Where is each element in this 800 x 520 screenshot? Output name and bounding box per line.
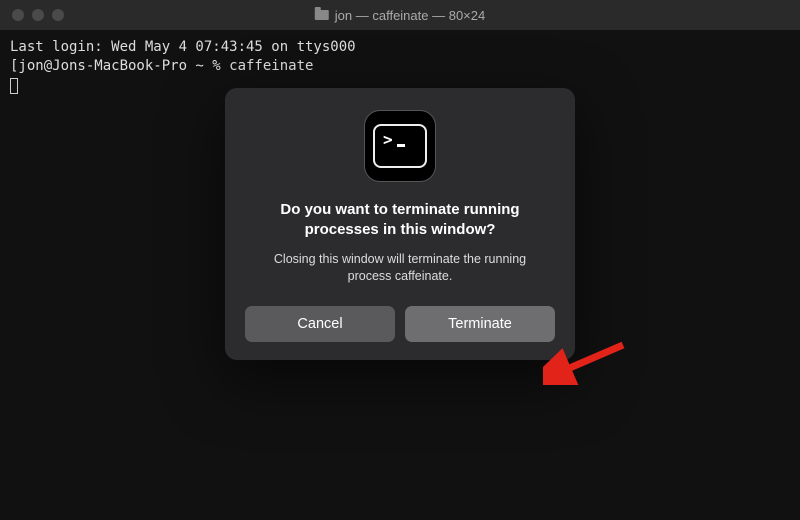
- terminal-line: Last login: Wed May 4 07:43:45 on ttys00…: [10, 38, 790, 57]
- dialog-title: Do you want to terminate running process…: [245, 200, 555, 241]
- window-title: jon — caffeinate — 80×24: [315, 8, 485, 23]
- window-title-text: jon — caffeinate — 80×24: [335, 8, 485, 23]
- dialog-actions: Cancel Terminate: [245, 306, 555, 342]
- dialog-message: Closing this window will terminate the r…: [245, 251, 555, 286]
- cursor-glyph-icon: [397, 144, 405, 147]
- cancel-button[interactable]: Cancel: [245, 306, 395, 342]
- confirm-dialog: > Do you want to terminate running proce…: [225, 88, 575, 360]
- terminal-cursor: [10, 78, 18, 94]
- terminate-button[interactable]: Terminate: [405, 306, 555, 342]
- close-window-button[interactable]: [12, 9, 24, 21]
- traffic-lights: [12, 9, 64, 21]
- folder-icon: [315, 10, 329, 20]
- terminal-line: [jon@Jons-MacBook-Pro ~ % caffeinate: [10, 57, 790, 76]
- prompt-glyph-icon: >: [383, 132, 393, 148]
- window-titlebar: jon — caffeinate — 80×24: [0, 0, 800, 30]
- minimize-window-button[interactable]: [32, 9, 44, 21]
- zoom-window-button[interactable]: [52, 9, 64, 21]
- terminal-app-icon: >: [364, 110, 436, 182]
